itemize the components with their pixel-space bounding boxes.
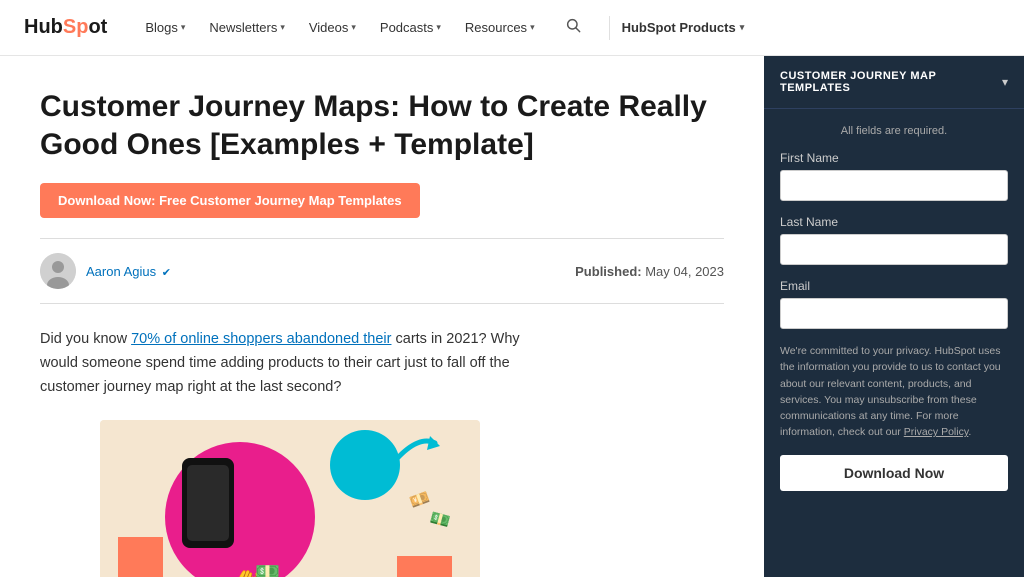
sidebar-form: All fields are required. First Name Last… [764, 109, 1024, 507]
author-name[interactable]: Aaron Agius ✔ [86, 264, 171, 279]
search-icon[interactable] [565, 17, 581, 38]
logo-text: HubSpot [24, 16, 107, 39]
sidebar-header: CUSTOMER JOURNEY MAP TEMPLATES ▾ [764, 56, 1024, 109]
author-row: Aaron Agius ✔ Published: May 04, 2023 [40, 238, 724, 304]
nav-newsletters-label: Newsletters [209, 20, 277, 35]
form-group-email: Email [780, 279, 1008, 329]
nav-resources-chevron: ▾ [530, 22, 535, 33]
main-content: Customer Journey Maps: How to Create Rea… [0, 56, 764, 577]
article-download-button[interactable]: Download Now: Free Customer Journey Map … [40, 183, 420, 218]
publish-date: Published: May 04, 2023 [575, 264, 724, 279]
avatar [40, 253, 76, 289]
last-name-label: Last Name [780, 215, 1008, 229]
sidebar-title: CUSTOMER JOURNEY MAP TEMPLATES [780, 70, 1002, 94]
nav-hubspot-products-label: HubSpot Products [622, 20, 736, 35]
article-link[interactable]: 70% of online shoppers abandoned their [131, 331, 391, 347]
last-name-input[interactable] [780, 234, 1008, 265]
email-label: Email [780, 279, 1008, 293]
form-group-firstname: First Name [780, 151, 1008, 201]
nav-newsletters-chevron: ▾ [280, 22, 285, 33]
email-input[interactable] [780, 298, 1008, 329]
image-rect-orange-left [118, 537, 163, 577]
nav-blogs[interactable]: Blogs ▾ [135, 14, 195, 41]
nav-videos-chevron: ▾ [351, 22, 356, 33]
article-image: 🤲 💵 💴 💵 [100, 420, 480, 577]
article-body: Did you know 70% of online shoppers aban… [40, 328, 520, 400]
publish-label: Published: [575, 264, 641, 279]
nav-hubspot-products-chevron: ▾ [740, 22, 745, 33]
nav-podcasts[interactable]: Podcasts ▾ [370, 14, 451, 41]
sidebar-download-button[interactable]: Download Now [780, 455, 1008, 491]
sidebar-chevron-icon: ▾ [1002, 75, 1008, 89]
article-title: Customer Journey Maps: How to Create Rea… [40, 88, 724, 163]
sidebar: CUSTOMER JOURNEY MAP TEMPLATES ▾ All fie… [764, 56, 1024, 577]
nav-links: Blogs ▾ Newsletters ▾ Videos ▾ Podcasts … [135, 14, 1000, 41]
page-layout: Customer Journey Maps: How to Create Rea… [0, 56, 1024, 577]
author-verified-icon: ✔ [162, 267, 171, 279]
first-name-label: First Name [780, 151, 1008, 165]
nav-podcasts-chevron: ▾ [436, 22, 441, 33]
form-group-lastname: Last Name [780, 215, 1008, 265]
navbar: HubSpot Blogs ▾ Newsletters ▾ Videos ▾ P… [0, 0, 1024, 56]
nav-hubspot-products[interactable]: HubSpot Products ▾ [622, 20, 745, 35]
image-phone [182, 458, 234, 548]
privacy-policy-link[interactable]: Privacy Policy [904, 426, 969, 438]
nav-videos[interactable]: Videos ▾ [299, 14, 366, 41]
nav-podcasts-label: Podcasts [380, 20, 433, 35]
image-arrow-svg [375, 428, 445, 483]
nav-resources-label: Resources [465, 20, 527, 35]
author-info: Aaron Agius ✔ [40, 253, 171, 289]
nav-blogs-label: Blogs [145, 20, 178, 35]
form-required-note: All fields are required. [780, 125, 1008, 137]
nav-divider [609, 16, 610, 40]
first-name-input[interactable] [780, 170, 1008, 201]
image-rect-orange-right [397, 556, 452, 577]
nav-resources[interactable]: Resources ▾ [455, 14, 545, 41]
logo[interactable]: HubSpot [24, 16, 107, 39]
nav-videos-label: Videos [309, 20, 349, 35]
form-privacy-text: We're committed to your privacy. HubSpot… [780, 343, 1008, 441]
nav-newsletters[interactable]: Newsletters ▾ [199, 14, 294, 41]
nav-blogs-chevron: ▾ [181, 22, 186, 33]
publish-date-value: May 04, 2023 [645, 264, 724, 279]
image-money-icon: 💵 [255, 560, 280, 577]
